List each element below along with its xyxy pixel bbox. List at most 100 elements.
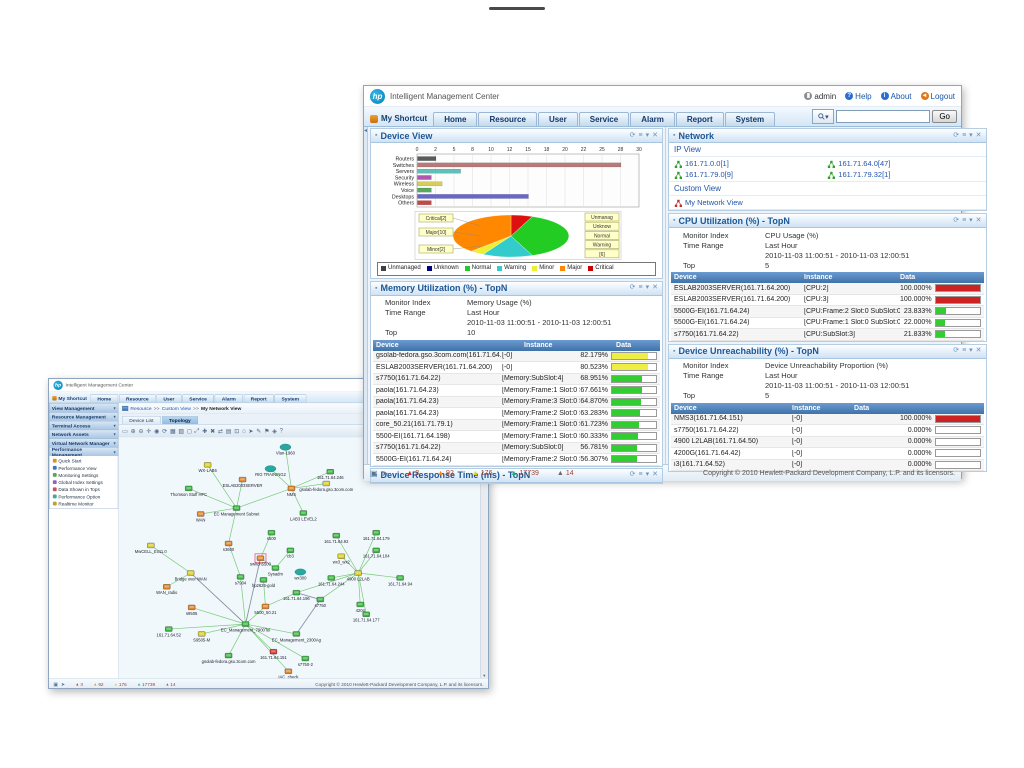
sidebar-item-performance-option[interactable]: Performance Option bbox=[50, 493, 118, 500]
topology-node[interactable]: 161.71.64.151 bbox=[260, 649, 287, 660]
home-icon[interactable]: ⌂ bbox=[242, 427, 246, 434]
collapse-icon[interactable]: ▾ bbox=[646, 284, 650, 292]
menu-icon[interactable]: ≡ bbox=[962, 217, 966, 225]
refresh-icon[interactable]: ⟳ bbox=[630, 132, 636, 140]
menu-item-system[interactable]: System bbox=[274, 394, 306, 402]
monitor-icon[interactable]: ▣ bbox=[53, 681, 58, 687]
help-icon[interactable]: ? bbox=[280, 427, 283, 434]
swap-icon[interactable]: ⇄ bbox=[218, 427, 223, 434]
topology-node[interactable]: switch5500 bbox=[250, 554, 272, 567]
table-row[interactable]: ESLAB2003SERVER(161.71.64.200)[-0]80.523… bbox=[373, 362, 660, 374]
topology-node[interactable]: wx300 bbox=[294, 569, 307, 581]
add-icon[interactable]: ✚ bbox=[202, 427, 207, 434]
alarm-critical-counter[interactable]: ▲3 bbox=[406, 470, 419, 477]
topology-node[interactable]: MwCELL_Ex11.0 bbox=[135, 543, 168, 554]
alarm-major-counter[interactable]: ▲92 bbox=[93, 682, 103, 688]
search-input[interactable] bbox=[836, 110, 930, 123]
close-icon[interactable]: ✕ bbox=[976, 347, 982, 355]
table-row[interactable]: paola(161.71.64.23)[Memory:Frame:3 Slot:… bbox=[373, 397, 660, 409]
menu-icon[interactable]: ≡ bbox=[639, 132, 643, 140]
ip-subnet-link[interactable]: 161.71.0.0[1] bbox=[674, 158, 827, 169]
search-scope-dropdown[interactable]: ▾ bbox=[812, 109, 834, 124]
my-shortcut-button[interactable]: My Shortcut bbox=[368, 114, 433, 126]
alarm-minor-counter[interactable]: ▲176 bbox=[114, 682, 127, 688]
menu-item-service[interactable]: Service bbox=[579, 112, 629, 126]
sidebar-item-monitoring-settings[interactable]: Monitoring Settings bbox=[50, 471, 118, 478]
topology-node[interactable]: s9505 bbox=[186, 605, 198, 616]
ip-view-link[interactable]: IP View bbox=[669, 143, 986, 157]
refresh-icon[interactable]: ⟳ bbox=[630, 471, 636, 479]
refresh-icon[interactable]: ⟳ bbox=[953, 347, 959, 355]
alarm-critical-counter[interactable]: ▲3 bbox=[75, 682, 83, 688]
table-row[interactable]: ESLAB2003SERVER(161.71.64.200)[CPU:3]100… bbox=[671, 295, 984, 307]
table-row[interactable]: 5500G-EI(161.71.64.24)[Memory:Frame:2 Sl… bbox=[373, 454, 660, 466]
topology-node[interactable]: 161.71.64.196 bbox=[283, 590, 310, 601]
topology-node[interactable]: 161.71.64.246 bbox=[317, 469, 344, 480]
pointer-icon[interactable]: ➤ bbox=[382, 469, 389, 478]
collapse-icon[interactable]: ▾ bbox=[969, 132, 973, 140]
menu-icon[interactable]: ≡ bbox=[639, 471, 643, 479]
scroll-down-icon[interactable]: ▼ bbox=[482, 674, 486, 678]
topology-node[interactable]: gsolab-fedora.gso.3com.com bbox=[299, 481, 353, 492]
tab-device-list[interactable]: Device List bbox=[122, 416, 161, 424]
menu-icon[interactable]: ≡ bbox=[962, 132, 966, 140]
breadcrumb-mid[interactable]: Custom View bbox=[162, 405, 191, 411]
menu-item-user[interactable]: User bbox=[538, 112, 578, 126]
collapse-icon[interactable]: ▾ bbox=[969, 217, 973, 225]
refresh-icon[interactable]: ⟳ bbox=[630, 284, 636, 292]
menu-item-alarm[interactable]: Alarm bbox=[215, 394, 243, 402]
topology-node[interactable]: EC_Management_7900Tel bbox=[221, 622, 270, 633]
sidebar-section-view-management[interactable]: View Management▾ bbox=[49, 403, 118, 412]
sidebar-section-performance-management[interactable]: Performance Management▾ bbox=[49, 447, 118, 456]
grid-icon[interactable]: ▧ bbox=[178, 427, 184, 434]
sidebar-item-quick-start[interactable]: Quick Start bbox=[50, 457, 118, 464]
fit-icon[interactable]: ◻ bbox=[187, 427, 192, 434]
table-row[interactable]: gsolab-fedora.gso.3com.com(161.71.64.94)… bbox=[373, 351, 660, 363]
sidebar-section-resource-management[interactable]: Resource Management▾ bbox=[49, 412, 118, 421]
table-row[interactable]: s7750(161.71.64.22)[Memory:SubSlot:4]68.… bbox=[373, 374, 660, 386]
topology-node[interactable]: ESLAB2003SERVER bbox=[223, 477, 263, 488]
sidebar-item-global-index-settings[interactable]: Global Index Settings bbox=[50, 479, 118, 486]
close-icon[interactable]: ✕ bbox=[652, 132, 658, 140]
refresh-icon[interactable]: ⟳ bbox=[953, 217, 959, 225]
custom-view-link[interactable]: Custom View bbox=[669, 182, 986, 196]
topology-node[interactable]: 161.71.64.92 bbox=[324, 533, 349, 544]
table-row[interactable]: s7750(161.71.64.22)[-0]0.000% bbox=[671, 425, 984, 437]
layers-icon[interactable]: ▤ bbox=[226, 427, 232, 434]
table-row[interactable]: NMS3(161.71.64.151)[-0]100.000% bbox=[671, 414, 984, 426]
zoom-out-icon[interactable]: ⊖ bbox=[138, 427, 143, 434]
collapse-icon[interactable]: ▾ bbox=[646, 471, 650, 479]
topology-node[interactable]: 161.71.64.177 bbox=[353, 612, 380, 623]
sidebar-item-performance-view[interactable]: Performance View bbox=[50, 464, 118, 471]
logout-link[interactable]: ◄Logout bbox=[921, 92, 955, 101]
ip-subnet-link[interactable]: 161.71.79.0[9] bbox=[674, 169, 827, 180]
table-row[interactable]: paola(161.71.64.23)[Memory:Frame:2 Slot:… bbox=[373, 408, 660, 420]
menu-item-resource[interactable]: Resource bbox=[119, 394, 156, 402]
help-link[interactable]: ?Help bbox=[845, 92, 871, 101]
topology-node[interactable]: s3600 bbox=[223, 541, 235, 552]
layout-icon[interactable]: ▦ bbox=[170, 427, 176, 434]
menu-item-user[interactable]: User bbox=[156, 394, 181, 402]
ip-subnet-link[interactable]: 161.71.79.32[1] bbox=[827, 169, 980, 180]
expand-icon[interactable]: ⤢ bbox=[195, 427, 200, 434]
admin-user-link[interactable]: ▮admin bbox=[804, 92, 836, 101]
topology-node[interactable]: WAN bbox=[196, 512, 206, 523]
menu-item-report[interactable]: Report bbox=[676, 112, 724, 126]
topology-node[interactable]: s7904 bbox=[235, 574, 247, 585]
menu-icon[interactable]: ≡ bbox=[962, 347, 966, 355]
my-shortcut-button[interactable]: My Shortcut bbox=[51, 396, 90, 403]
topology-node[interactable]: Thomson Stuff HFC bbox=[170, 486, 207, 497]
alarm-recovered-counter[interactable]: ▲17739 bbox=[137, 682, 155, 688]
topology-node[interactable]: cb3 bbox=[287, 548, 295, 559]
about-link[interactable]: iAbout bbox=[881, 92, 912, 101]
table-row[interactable]: 5500G-EI(161.71.64.24)[CPU:Frame:1 Slot:… bbox=[671, 318, 984, 330]
edit-icon[interactable]: ✎ bbox=[256, 427, 261, 434]
delete-icon[interactable]: ✖ bbox=[210, 427, 215, 434]
sidebar-section-terminal-access[interactable]: Terminal Access▾ bbox=[49, 421, 118, 430]
topology-node[interactable]: IAC_check bbox=[278, 669, 299, 678]
sidebar-item-data-shown-in-tops[interactable]: Data Shown in Tops bbox=[50, 486, 118, 493]
topology-node[interactable]: EC_Management_2300Ag bbox=[272, 631, 322, 642]
table-row[interactable]: paola(161.71.64.23)[Memory:Frame:1 Slot:… bbox=[373, 385, 660, 397]
diamond-icon[interactable]: ◈ bbox=[272, 427, 277, 434]
table-row[interactable]: 4900 L2LAB(161.71.64.50)[-0]0.000% bbox=[671, 437, 984, 449]
